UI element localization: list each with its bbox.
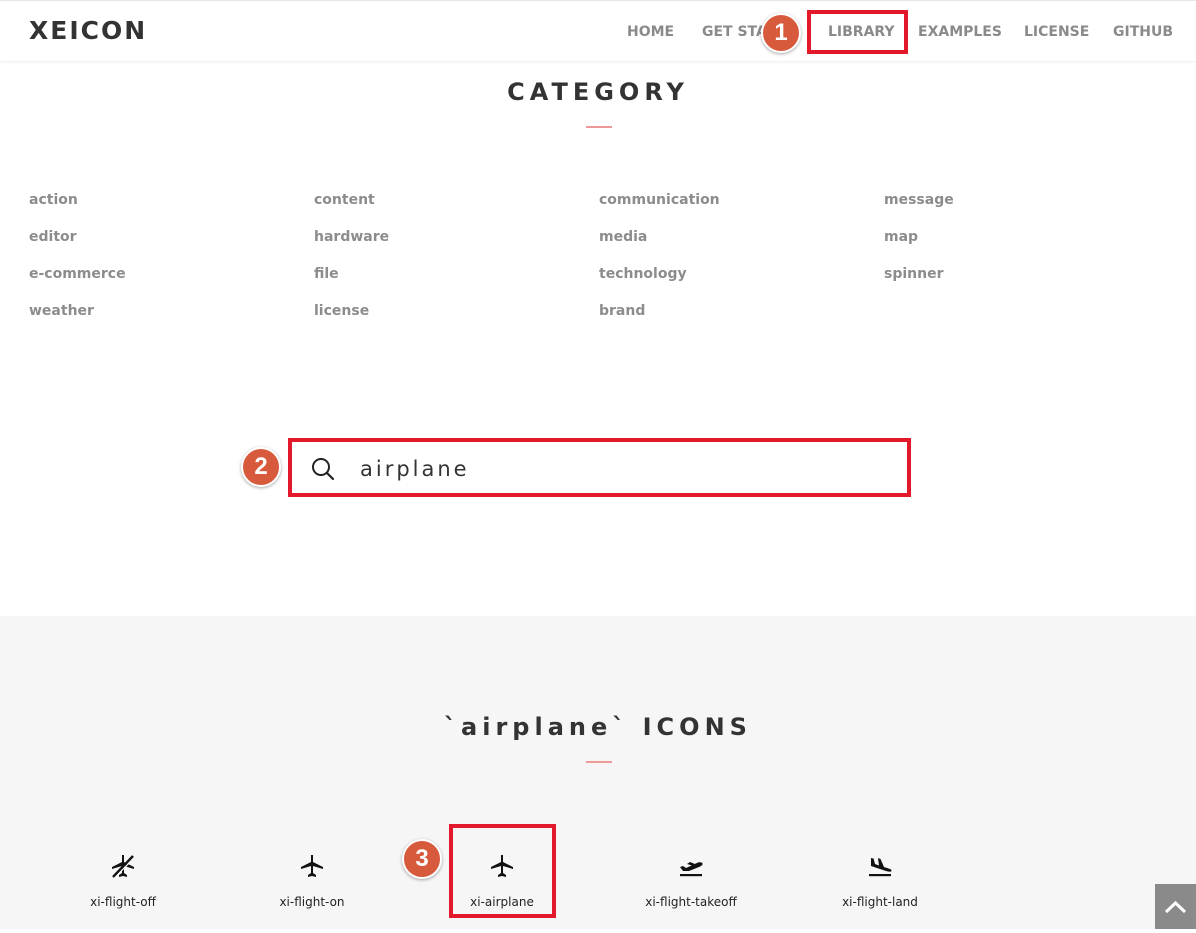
annotation-box-search xyxy=(288,438,911,497)
annotation-badge: 1 xyxy=(761,13,801,53)
icon-label: xi-flight-on xyxy=(279,895,345,909)
category-link[interactable]: communication xyxy=(599,191,720,209)
nav-github[interactable]: GITHUB xyxy=(1113,23,1173,41)
nav-home[interactable]: HOME xyxy=(627,23,674,41)
flight-land-icon xyxy=(869,858,892,877)
icon-card-flight-land[interactable]: xi-flight-land xyxy=(790,834,970,909)
category-link[interactable]: action xyxy=(29,191,78,209)
nav-get-started[interactable]: GET STA xyxy=(702,23,767,41)
category-link[interactable]: spinner xyxy=(884,265,944,283)
category-link[interactable]: e-commerce xyxy=(29,265,126,283)
icon-label: xi-flight-land xyxy=(842,895,918,909)
category-link[interactable]: brand xyxy=(599,302,645,320)
flight-takeoff-icon xyxy=(680,862,703,877)
category-title: CATEGORY xyxy=(507,78,689,106)
icon-card-flight-off[interactable]: xi-flight-off xyxy=(33,834,213,909)
category-link[interactable]: license xyxy=(314,302,369,320)
category-link[interactable]: weather xyxy=(29,302,94,320)
scroll-to-top-button[interactable] xyxy=(1155,884,1196,929)
icon-card-flight-takeoff[interactable]: xi-flight-takeoff xyxy=(601,834,781,909)
annotation-badge: 2 xyxy=(241,447,281,487)
annotation-box-library xyxy=(807,10,908,54)
icon-label: xi-flight-off xyxy=(90,895,156,909)
top-navbar: XEICON HOME GET STA LIBRARY EXAMPLES LIC… xyxy=(0,0,1196,61)
icon-label: xi-flight-takeoff xyxy=(645,895,737,909)
results-title-rule xyxy=(586,761,612,763)
category-link[interactable]: media xyxy=(599,228,647,246)
category-link[interactable]: hardware xyxy=(314,228,389,246)
category-link[interactable]: file xyxy=(314,265,339,283)
site-logo[interactable]: XEICON xyxy=(29,17,147,45)
results-title: `airplane` ICONS xyxy=(444,713,752,741)
nav-license[interactable]: LICENSE xyxy=(1024,23,1089,41)
flight-on-icon xyxy=(301,855,323,877)
annotation-box-airplane xyxy=(449,824,556,918)
category-link[interactable]: content xyxy=(314,191,375,209)
category-link[interactable]: editor xyxy=(29,228,77,246)
category-link[interactable]: technology xyxy=(599,265,687,283)
category-title-rule xyxy=(586,126,612,128)
category-link[interactable]: map xyxy=(884,228,918,246)
flight-off-icon xyxy=(112,855,135,879)
category-link[interactable]: message xyxy=(884,191,954,209)
icon-card-flight-on[interactable]: xi-flight-on xyxy=(222,834,402,909)
chevron-up-icon xyxy=(1164,900,1187,914)
annotation-badge: 3 xyxy=(402,839,442,879)
nav-examples[interactable]: EXAMPLES xyxy=(918,23,1002,41)
